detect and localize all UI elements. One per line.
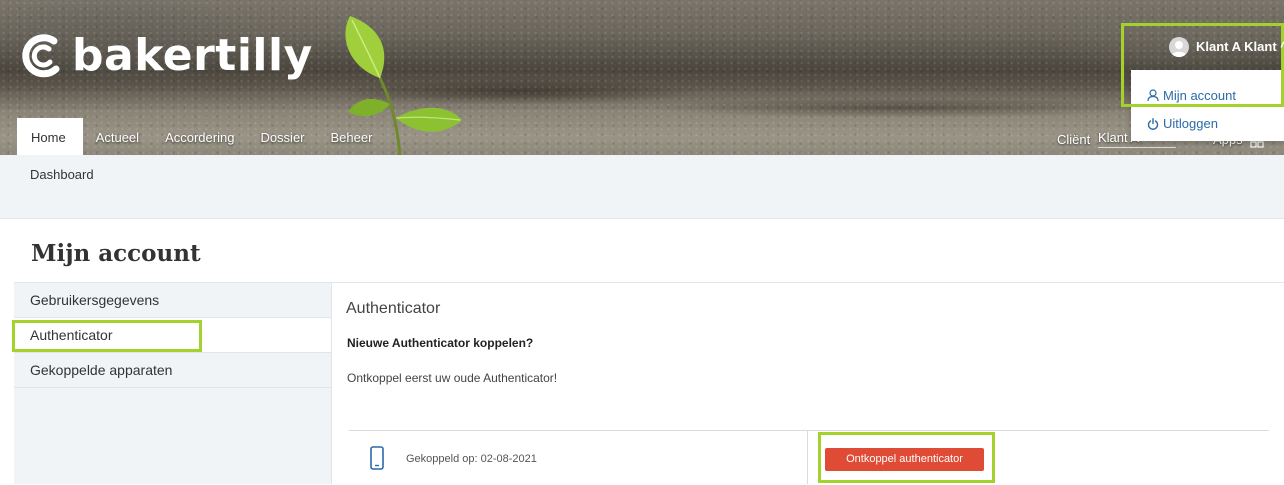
logo-text: bakertilly	[72, 30, 313, 81]
nav-tab-dossier[interactable]: Dossier	[247, 118, 317, 155]
linked-date-text: Gekoppeld op: 02-08-2021	[406, 453, 537, 465]
sidebar-item-gekoppelde-apparaten[interactable]: Gekoppelde apparaten	[14, 353, 331, 388]
power-icon	[1147, 117, 1159, 130]
button-highlight	[818, 432, 995, 483]
client-label: Cliënt	[1057, 132, 1091, 147]
nav-tab-accordering[interactable]: Accordering	[152, 118, 247, 155]
nav-tab-beheer[interactable]: Beheer	[318, 118, 386, 155]
breadcrumb[interactable]: Dashboard	[30, 167, 94, 182]
bakertilly-logo[interactable]: bakertilly	[16, 30, 313, 81]
section-subheading: Nieuwe Authenticator koppelen?	[347, 336, 534, 350]
menu-item-label: Uitloggen	[1163, 116, 1218, 131]
logo-mark-icon	[22, 33, 60, 77]
user-menu-highlight	[1121, 23, 1284, 107]
nav-tab-home[interactable]: Home	[17, 118, 83, 155]
device-row-divider	[807, 430, 808, 484]
instruction-text: Ontkoppel eerst uw oude Authenticator!	[347, 371, 558, 385]
user-name: Klant A Klant	[1196, 39, 1277, 54]
avatar-person-icon	[1171, 41, 1187, 57]
menu-item-uitloggen[interactable]: Uitloggen	[1147, 116, 1218, 131]
nav-tab-actueel[interactable]: Actueel	[83, 118, 152, 155]
avatar[interactable]	[1169, 37, 1189, 57]
sidebar-item-gebruikersgegevens[interactable]: Gebruikersgegevens	[14, 283, 331, 318]
phone-icon	[370, 446, 384, 470]
section-heading: Authenticator	[346, 300, 441, 317]
user-menu-toggle[interactable]: Klant A Klant ^	[1196, 39, 1284, 54]
main-nav: Home Actueel Accordering Dossier Beheer	[17, 118, 385, 155]
account-sidebar: Gebruikersgegevens Authenticator Gekoppe…	[14, 283, 332, 484]
breadcrumb-bar: Dashboard	[0, 155, 1284, 219]
chevron-up-icon: ^	[1280, 39, 1284, 54]
authenticator-highlight	[12, 320, 202, 352]
page-title: Mijn account	[31, 240, 201, 267]
